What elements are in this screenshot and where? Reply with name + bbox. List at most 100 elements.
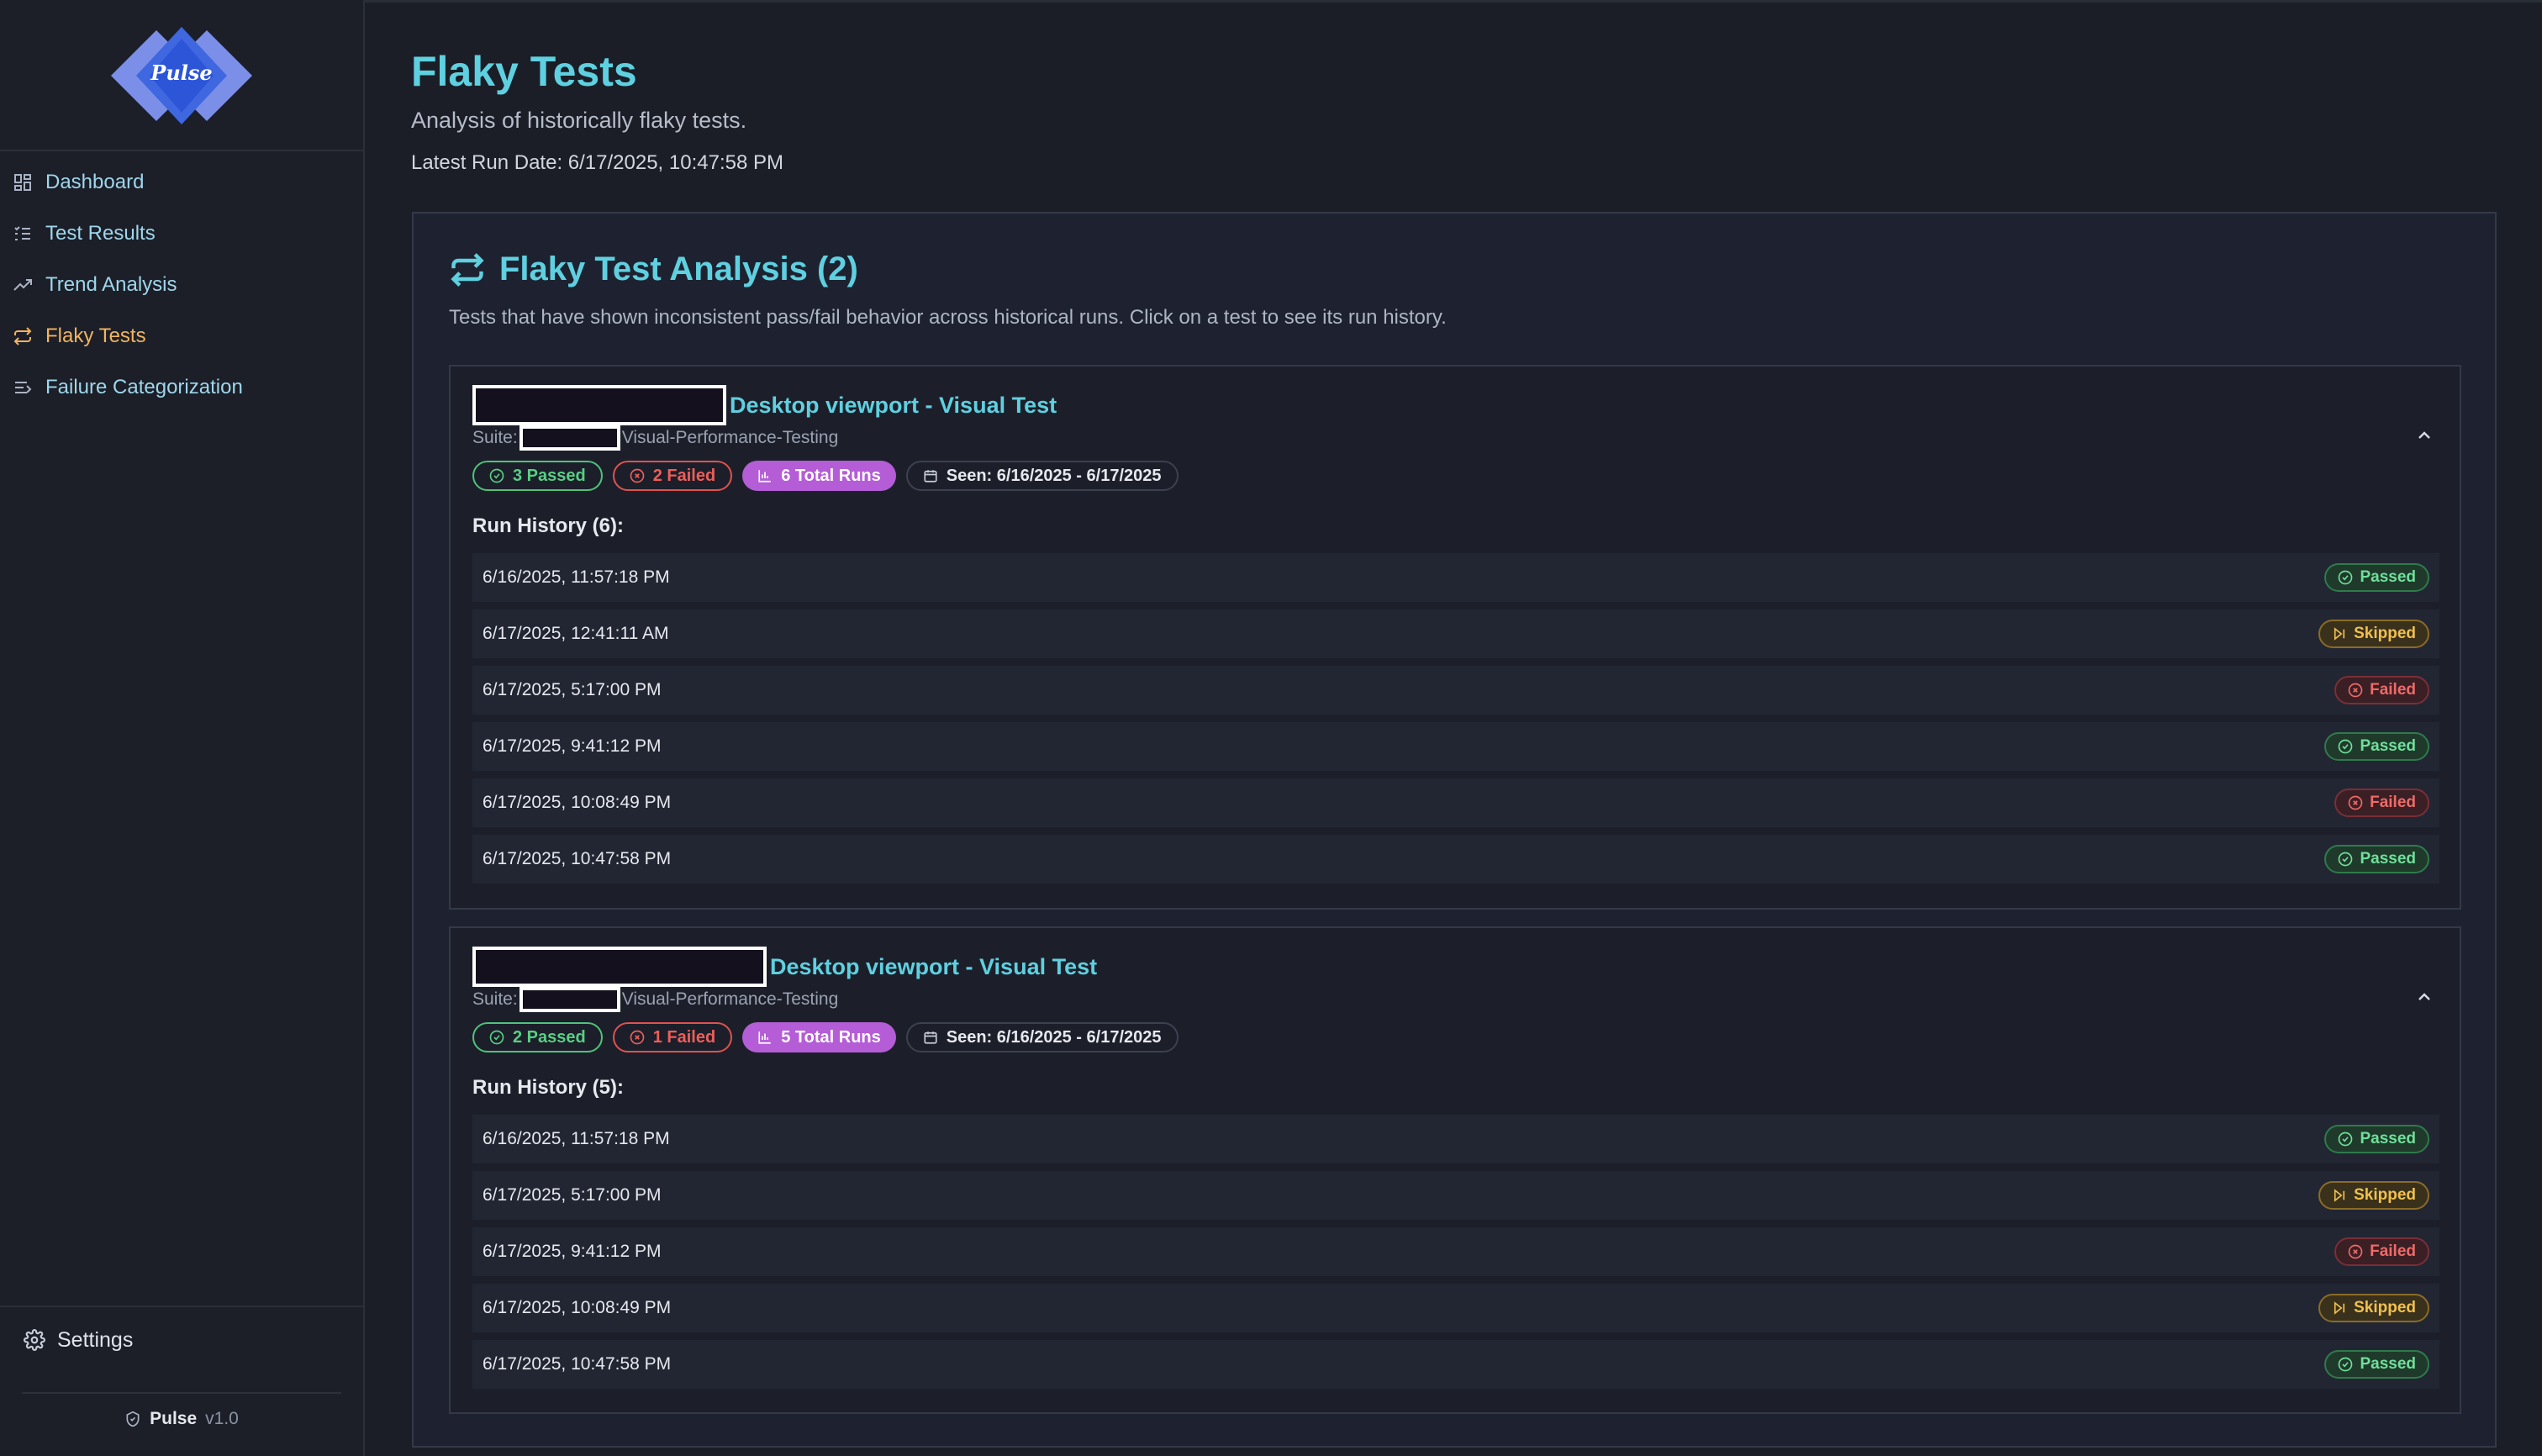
total-runs-badge: 5 Total Runs (742, 1022, 896, 1052)
flaky-test-card[interactable]: Desktop viewport - Visual Test Suite: Vi… (449, 365, 2461, 910)
latest-run-date: Latest Run Date: 6/17/2025, 10:47:58 PM (411, 151, 783, 174)
failed-count-badge: 1 Failed (612, 1022, 733, 1052)
status-badge: Passed (2324, 845, 2429, 873)
status-label: Passed (2360, 737, 2416, 755)
panel-description: Tests that have shown inconsistent pass/… (449, 306, 1447, 329)
sidebar-item-dashboard[interactable]: Dashboard (0, 156, 363, 208)
status-badge: Passed (2324, 1350, 2429, 1379)
flaky-test-card[interactable]: Desktop viewport - Visual Test Suite: Vi… (449, 926, 2461, 1414)
calendar-icon (924, 470, 937, 483)
sidebar-item-flaky-tests[interactable]: Flaky Tests (0, 310, 363, 361)
status-badge: Passed (2324, 563, 2429, 592)
failed-count-badge: 2 Failed (612, 461, 733, 491)
app-name: Pulse (150, 1409, 198, 1428)
status-badge: Failed (2334, 789, 2429, 817)
run-history-row: 6/17/2025, 9:41:12 PM Failed (472, 1227, 2439, 1276)
flaky-analysis-panel: Flaky Test Analysis (2) Tests that have … (412, 212, 2497, 1448)
status-label: Failed (2370, 794, 2416, 811)
run-date: 6/16/2025, 11:57:18 PM (483, 1129, 670, 1148)
run-history-row: 6/17/2025, 10:47:58 PM Passed (472, 1340, 2439, 1389)
run-date: 6/17/2025, 10:47:58 PM (483, 1354, 672, 1374)
collapse-toggle[interactable] (2414, 425, 2434, 446)
check-circle-icon (2339, 1357, 2353, 1372)
list-check-icon (12, 223, 34, 245)
app-footer: Pulse v1.0 (0, 1409, 363, 1429)
run-history-row: 6/17/2025, 5:17:00 PM Skipped (472, 1171, 2439, 1220)
check-circle-icon (489, 1030, 504, 1045)
test-title[interactable]: Desktop viewport - Visual Test (472, 385, 1057, 425)
status-badge: Skipped (2318, 620, 2429, 648)
check-circle-icon (2339, 1132, 2353, 1147)
redacted-block (472, 385, 726, 425)
sidebar-item-trend-analysis[interactable]: Trend Analysis (0, 259, 363, 310)
sidebar-item-label: Failure Categorization (45, 375, 243, 398)
sidebar-item-label: Dashboard (45, 170, 145, 193)
status-badge: Skipped (2318, 1294, 2429, 1322)
run-history-row: 6/17/2025, 12:41:11 AM Skipped (472, 609, 2439, 658)
status-badge: Failed (2334, 676, 2429, 704)
trending-up-icon (12, 274, 34, 296)
sidebar-nav: Dashboard Test Results Trend Analysis Fl… (0, 156, 363, 413)
sidebar-item-failure-categorization[interactable]: Failure Categorization (0, 361, 363, 413)
run-date: 6/17/2025, 10:47:58 PM (483, 849, 672, 868)
passed-count: 2 Passed (513, 1027, 586, 1047)
sidebar-item-label: Trend Analysis (45, 272, 177, 296)
total-runs-badge: 6 Total Runs (742, 461, 896, 491)
collapse-toggle[interactable] (2414, 987, 2434, 1007)
main-content: Flaky Tests Analysis of historically fla… (365, 0, 2542, 1456)
panel-header: Flaky Test Analysis (2) (449, 251, 858, 288)
settings-button[interactable]: Settings (0, 1306, 363, 1373)
failed-count: 1 Failed (652, 1027, 716, 1047)
sidebar-item-test-results[interactable]: Test Results (0, 208, 363, 259)
run-history-row: 6/16/2025, 11:57:18 PM Passed (472, 1115, 2439, 1163)
suite-label: Suite: (472, 989, 518, 1009)
skip-forward-icon (2334, 627, 2345, 641)
chevron-up-icon (2418, 431, 2430, 439)
run-date: 6/17/2025, 5:17:00 PM (483, 680, 662, 699)
sidebar: Pulse Dashboard Test Results Trend Analy… (0, 0, 365, 1456)
seen-range: Seen: 6/16/2025 - 6/17/2025 (946, 1027, 1162, 1047)
test-name: Desktop viewport - Visual Test (730, 392, 1057, 418)
test-title[interactable]: Desktop viewport - Visual Test (472, 947, 1097, 987)
run-date: 6/17/2025, 12:41:11 AM (483, 624, 669, 643)
x-circle-icon (630, 468, 645, 483)
bar-chart-icon (758, 1031, 771, 1044)
passed-count: 3 Passed (513, 466, 586, 485)
run-history-row: 6/17/2025, 9:41:12 PM Passed (472, 722, 2439, 771)
run-history-row: 6/17/2025, 10:08:49 PM Skipped (472, 1284, 2439, 1332)
chevron-up-icon (2418, 993, 2430, 1000)
x-circle-icon (630, 1030, 645, 1045)
run-date: 6/17/2025, 9:41:12 PM (483, 1242, 662, 1261)
check-circle-icon (2339, 570, 2353, 585)
run-date: 6/17/2025, 5:17:00 PM (483, 1185, 662, 1205)
redacted-block (519, 425, 620, 451)
filter-list-icon (12, 377, 34, 398)
status-label: Skipped (2354, 1299, 2416, 1316)
status-label: Skipped (2354, 625, 2416, 642)
seen-range-badge: Seen: 6/16/2025 - 6/17/2025 (905, 1022, 1179, 1052)
app-version: v1.0 (205, 1409, 239, 1428)
status-label: Passed (2360, 1130, 2416, 1147)
run-date: 6/17/2025, 10:08:49 PM (483, 1298, 672, 1317)
status-label: Skipped (2354, 1186, 2416, 1204)
run-history-list: 6/16/2025, 11:57:18 PM Passed 6/17/2025,… (472, 1115, 2439, 1396)
status-label: Failed (2370, 1242, 2416, 1260)
page-subtitle: Analysis of historically flaky tests. (411, 108, 747, 133)
run-history-row: 6/17/2025, 10:47:58 PM Passed (472, 835, 2439, 884)
run-history-row: 6/17/2025, 5:17:00 PM Failed (472, 666, 2439, 715)
run-history-title: Run History (6): (472, 514, 624, 537)
total-runs: 6 Total Runs (781, 466, 881, 485)
suite-line: Suite: Visual-Performance-Testing (472, 987, 838, 1012)
page-title: Flaky Tests (411, 48, 637, 95)
pulse-logo[interactable]: Pulse (98, 25, 266, 126)
status-label: Passed (2360, 1355, 2416, 1373)
run-history-row: 6/17/2025, 10:08:49 PM Failed (472, 778, 2439, 827)
check-circle-icon (489, 468, 504, 483)
bar-chart-icon (758, 470, 771, 483)
run-date: 6/17/2025, 10:08:49 PM (483, 793, 672, 812)
test-stats: 3 Passed 2 Failed 6 Total Runs Seen: 6/1… (472, 461, 1189, 491)
sidebar-item-label: Flaky Tests (45, 324, 146, 347)
sidebar-item-label: Test Results (45, 221, 156, 245)
redacted-block (472, 947, 767, 987)
status-label: Passed (2360, 850, 2416, 868)
